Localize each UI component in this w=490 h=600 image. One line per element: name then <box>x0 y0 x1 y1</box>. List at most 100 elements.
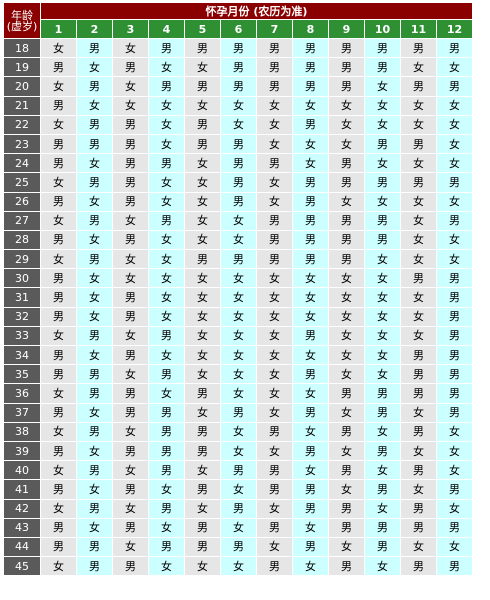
cell-boy: 男 <box>437 326 472 345</box>
cell-girl: 女 <box>113 39 148 58</box>
cell-boy: 男 <box>329 173 364 192</box>
cell-girl: 女 <box>149 250 184 269</box>
cell-boy: 男 <box>221 250 256 269</box>
cell-boy: 男 <box>149 211 184 230</box>
cell-boy: 男 <box>41 365 76 384</box>
cell-girl: 女 <box>437 115 472 134</box>
cell-boy: 男 <box>41 518 76 537</box>
age-cell: 36 <box>4 384 40 403</box>
month-header-2: 2 <box>77 20 112 38</box>
month-header-3: 3 <box>113 20 148 38</box>
cell-girl: 女 <box>41 422 76 441</box>
cell-girl: 女 <box>365 365 400 384</box>
cell-girl: 女 <box>41 557 76 576</box>
cell-girl: 女 <box>77 441 112 461</box>
cell-boy: 男 <box>365 39 400 58</box>
cell-boy: 男 <box>257 77 292 96</box>
cell-boy: 男 <box>365 58 400 77</box>
cell-girl: 女 <box>221 269 256 288</box>
cell-girl: 女 <box>149 230 184 250</box>
table-row: 31 男女男女女女女女女女女男 <box>4 288 472 307</box>
cell-boy: 男 <box>221 499 256 518</box>
cell-girl: 女 <box>185 173 220 192</box>
table-row: 39 男女男男男女女男女男女女 <box>4 441 472 461</box>
month-header-1: 1 <box>41 20 76 38</box>
cell-boy: 男 <box>401 77 436 96</box>
cell-boy: 男 <box>293 115 328 134</box>
cell-girl: 女 <box>329 441 364 461</box>
age-cell: 44 <box>4 537 40 557</box>
cell-girl: 女 <box>365 192 400 211</box>
cell-boy: 男 <box>113 480 148 499</box>
cell-boy: 男 <box>221 403 256 422</box>
cell-girl: 女 <box>257 96 292 115</box>
cell-boy: 男 <box>149 499 184 518</box>
cell-boy: 男 <box>185 134 220 154</box>
cell-girl: 女 <box>365 499 400 518</box>
cell-boy: 男 <box>185 39 220 58</box>
cell-girl: 女 <box>149 307 184 326</box>
table-row: 38 女男女男男女男女男女男女 <box>4 422 472 441</box>
cell-boy: 男 <box>365 230 400 250</box>
cell-girl: 女 <box>401 192 436 211</box>
month-header-6: 6 <box>221 20 256 38</box>
cell-boy: 男 <box>149 39 184 58</box>
cell-girl: 女 <box>329 365 364 384</box>
cell-boy: 男 <box>365 173 400 192</box>
cell-girl: 女 <box>293 154 328 173</box>
cell-girl: 女 <box>185 499 220 518</box>
cell-girl: 女 <box>185 192 220 211</box>
cell-boy: 男 <box>77 39 112 58</box>
age-cell: 21 <box>4 96 40 115</box>
cell-girl: 女 <box>149 557 184 576</box>
age-cell: 40 <box>4 461 40 480</box>
cell-boy: 男 <box>41 346 76 365</box>
month-header-row: 1 2 3 4 5 6 7 8 9 10 11 12 <box>4 20 472 38</box>
title-row: 年龄(虚岁) 怀孕月份 (农历为准) <box>4 3 472 38</box>
cell-girl: 女 <box>257 115 292 134</box>
cell-boy: 男 <box>113 441 148 461</box>
table-row: 21 男女女女女女女女女女女女 <box>4 96 472 115</box>
cell-boy: 男 <box>329 250 364 269</box>
cell-boy: 男 <box>113 173 148 192</box>
age-cell: 19 <box>4 58 40 77</box>
cell-girl: 女 <box>221 115 256 134</box>
cell-boy: 男 <box>329 58 364 77</box>
cell-girl: 女 <box>113 269 148 288</box>
cell-boy: 男 <box>329 384 364 403</box>
cell-girl: 女 <box>221 384 256 403</box>
cell-girl: 女 <box>365 557 400 576</box>
cell-girl: 女 <box>293 288 328 307</box>
cell-girl: 女 <box>401 58 436 77</box>
cell-boy: 男 <box>293 480 328 499</box>
cell-girl: 女 <box>329 269 364 288</box>
table-row: 22 女男男女男女女男女女女女 <box>4 115 472 134</box>
age-cell: 34 <box>4 346 40 365</box>
cell-girl: 女 <box>185 288 220 307</box>
cell-girl: 女 <box>149 96 184 115</box>
age-cell: 32 <box>4 307 40 326</box>
cell-girl: 女 <box>293 269 328 288</box>
cell-boy: 男 <box>401 499 436 518</box>
cell-girl: 女 <box>149 518 184 537</box>
cell-girl: 女 <box>149 192 184 211</box>
cell-boy: 男 <box>329 518 364 537</box>
cell-boy: 男 <box>113 134 148 154</box>
cell-boy: 男 <box>77 326 112 345</box>
cell-boy: 男 <box>293 326 328 345</box>
table-body: 18 女男女男男男男男男男男男 19 男女男女女男男男男男女女 20 女男女男男男男男男女… <box>4 39 472 576</box>
cell-boy: 男 <box>365 518 400 537</box>
cell-boy: 男 <box>113 230 148 250</box>
cell-boy: 男 <box>149 461 184 480</box>
cell-girl: 女 <box>365 154 400 173</box>
cell-boy: 男 <box>113 288 148 307</box>
cell-girl: 女 <box>365 269 400 288</box>
cell-boy: 男 <box>401 134 436 154</box>
cell-girl: 女 <box>41 39 76 58</box>
cell-boy: 男 <box>149 326 184 345</box>
cell-boy: 男 <box>293 537 328 557</box>
cell-boy: 男 <box>221 77 256 96</box>
cell-boy: 男 <box>365 211 400 230</box>
cell-boy: 男 <box>293 211 328 230</box>
cell-boy: 男 <box>41 307 76 326</box>
